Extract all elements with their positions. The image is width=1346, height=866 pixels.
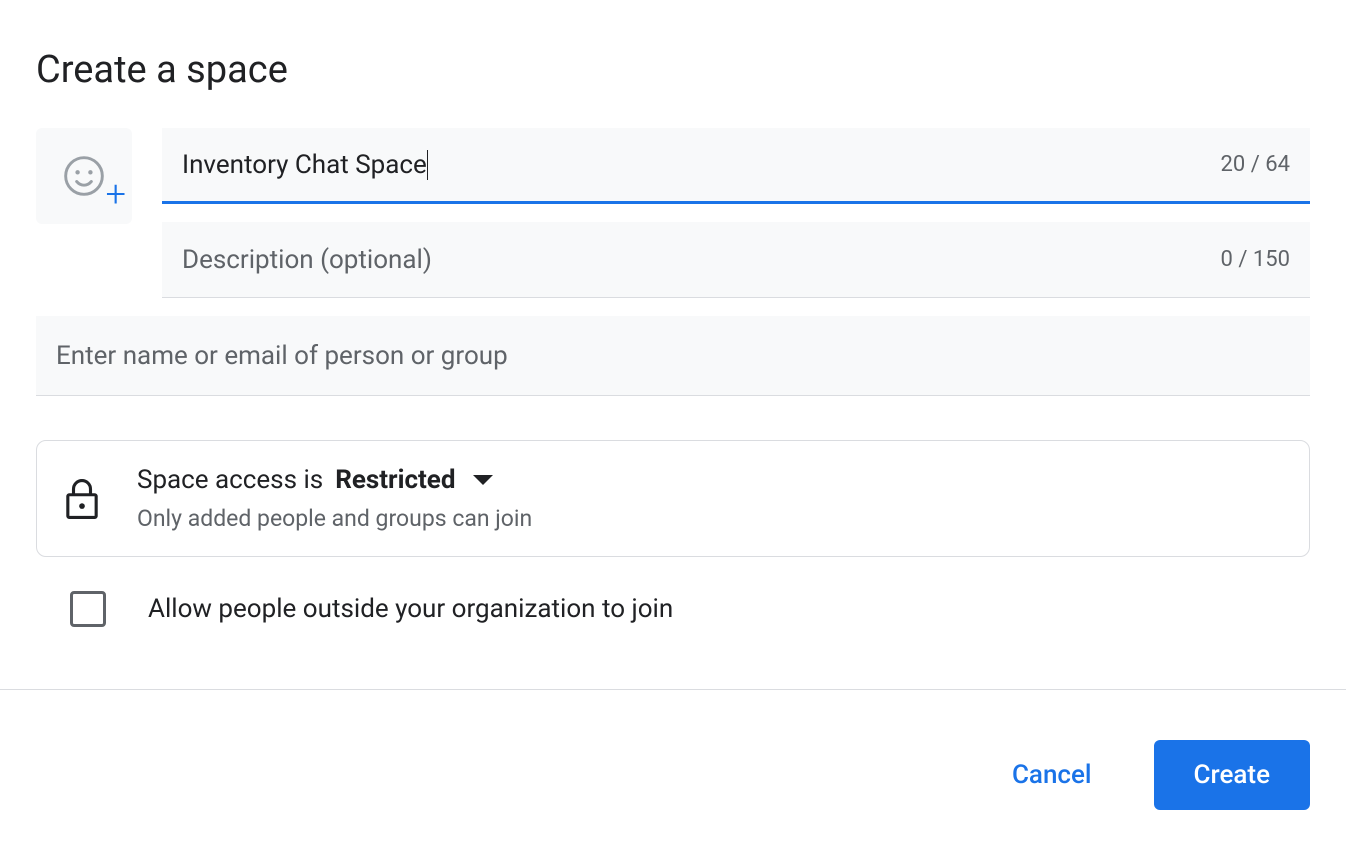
name-row: + Inventory Chat Space 20 / 64 0 / 150	[36, 128, 1310, 298]
chevron-down-icon	[473, 475, 493, 485]
plus-icon: +	[106, 176, 126, 212]
external-access-row: Allow people outside your organization t…	[36, 591, 1310, 627]
emoji-picker-button[interactable]: +	[36, 128, 132, 224]
description-char-count: 0 / 150	[1221, 247, 1290, 272]
space-name-value: Inventory Chat Space	[182, 150, 428, 180]
fields-column: Inventory Chat Space 20 / 64 0 / 150	[162, 128, 1310, 298]
description-input[interactable]	[182, 245, 1205, 275]
lock-icon	[65, 479, 99, 519]
space-name-field[interactable]: Inventory Chat Space 20 / 64	[162, 128, 1310, 204]
button-row: Cancel Create	[36, 690, 1310, 850]
create-button[interactable]: Create	[1154, 740, 1310, 810]
emoji-face-icon	[62, 154, 106, 198]
allow-external-label: Allow people outside your organization t…	[148, 594, 673, 624]
access-subtitle: Only added people and groups can join	[137, 505, 532, 532]
access-text: Space access is Restricted Only added pe…	[137, 465, 532, 532]
cancel-button[interactable]: Cancel	[972, 740, 1132, 810]
people-field[interactable]	[36, 316, 1310, 396]
name-char-count: 20 / 64	[1221, 152, 1290, 177]
access-title: Space access is Restricted	[137, 465, 532, 495]
allow-external-checkbox[interactable]	[70, 591, 106, 627]
people-input[interactable]	[56, 341, 1290, 371]
description-field[interactable]: 0 / 150	[162, 222, 1310, 298]
dialog-title: Create a space	[36, 48, 1310, 92]
create-space-dialog: Create a space + Inventory Chat Space 20…	[0, 0, 1346, 850]
space-access-dropdown[interactable]: Space access is Restricted Only added pe…	[36, 440, 1310, 557]
